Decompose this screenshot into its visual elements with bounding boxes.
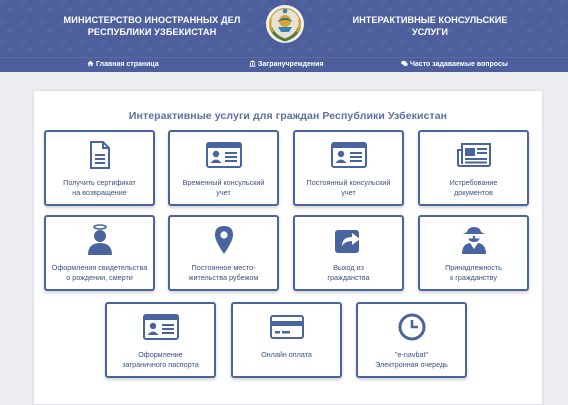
nav-faq-link[interactable]: Часто задаваемые вопросы xyxy=(401,59,508,71)
page-title: Интерактивные услуги для граждан Республ… xyxy=(128,110,448,122)
service-card-label: Онлайн оплата xyxy=(261,350,312,359)
top-nav: Главная страница Загранучреждения Часто … xyxy=(0,57,568,72)
ministry-title-line1: МИНИСТЕРСТВО ИНОСТРАННЫХ ДЕЛ xyxy=(63,15,241,25)
service-card-label: "e-navbat" Электронная очередь xyxy=(375,350,448,369)
service-card-label: Постоянный консульский учет xyxy=(306,178,391,197)
portal-title-line1: ИНТЕРАКТИВНЫЕ КОНСУЛЬСКИЕ xyxy=(352,15,508,25)
service-card-label: Принадлежность к гражданству xyxy=(445,263,502,282)
service-card-document-request[interactable]: Истребование документов xyxy=(418,130,529,206)
nav-faq-label: Часто задаваемые вопросы xyxy=(410,61,508,68)
nav-home-label: Главная страница xyxy=(96,61,159,68)
service-card-label: Постоянное место- жительства рубежом xyxy=(188,263,259,282)
id-card-icon xyxy=(107,312,214,342)
user-secret-icon xyxy=(420,225,527,255)
ministry-title-line2: РЕСПУБЛИКИ УЗБЕКИСТАН xyxy=(87,27,217,37)
share-icon xyxy=(295,225,402,255)
state-emblem-icon[interactable] xyxy=(265,4,305,44)
service-card-permanent-residence[interactable]: Постоянное место- жительства рубежом xyxy=(168,215,279,291)
home-icon xyxy=(87,60,94,67)
service-card-temporary-registration[interactable]: Временный консульский учет xyxy=(168,130,279,206)
service-card-label: Выход из гражданства xyxy=(327,263,370,282)
service-card-label: Оформления свидетельства о рождении, сме… xyxy=(51,263,148,282)
comments-icon xyxy=(401,60,408,67)
service-card-label: Истребование документов xyxy=(449,178,498,197)
service-card-renounce-citizenship[interactable]: Выход из гражданства xyxy=(293,215,404,291)
service-card-birth-death-certificate[interactable]: Оформления свидетельства о рождении, сме… xyxy=(44,215,155,291)
credit-card-icon xyxy=(233,312,340,342)
nav-home-link[interactable]: Главная страница xyxy=(87,59,159,71)
service-card-return-certificate[interactable]: Получить сертификат на возвращение xyxy=(44,130,155,206)
document-icon xyxy=(46,140,153,170)
newspaper-icon xyxy=(420,140,527,170)
id-card-icon xyxy=(170,140,277,170)
clock-icon xyxy=(358,312,465,342)
service-card-e-navbat[interactable]: "e-navbat" Электронная очередь xyxy=(356,302,467,378)
service-card-online-payment[interactable]: Онлайн оплата xyxy=(231,302,342,378)
map-marker-icon xyxy=(170,225,277,255)
ministry-title[interactable]: МИНИСТЕРСТВО ИНОСТРАННЫХ ДЕЛ РЕСПУБЛИКИ … xyxy=(52,14,252,38)
angel-icon xyxy=(46,224,153,255)
service-card-label: Получить сертификат на возвращение xyxy=(63,178,136,197)
service-card-citizenship-status[interactable]: Принадлежность к гражданству xyxy=(418,215,529,291)
portal-title-line2: УСЛУГИ xyxy=(411,27,449,37)
id-card-icon xyxy=(295,140,402,170)
nav-embassies-link[interactable]: Загранучреждения xyxy=(249,59,324,71)
service-card-label: Временный консульский учет xyxy=(182,178,265,197)
bank-icon xyxy=(249,60,256,67)
service-card-permanent-registration[interactable]: Постоянный консульский учет xyxy=(293,130,404,206)
nav-embassies-label: Загранучреждения xyxy=(258,61,324,68)
service-card-passport[interactable]: Оформление заграничного паспорта xyxy=(105,302,216,378)
portal-title[interactable]: ИНТЕРАКТИВНЫЕ КОНСУЛЬСКИЕ УСЛУГИ xyxy=(335,14,525,38)
service-card-label: Оформление заграничного паспорта xyxy=(122,350,199,369)
site-header: МИНИСТЕРСТВО ИНОСТРАННЫХ ДЕЛ РЕСПУБЛИКИ … xyxy=(0,0,568,57)
